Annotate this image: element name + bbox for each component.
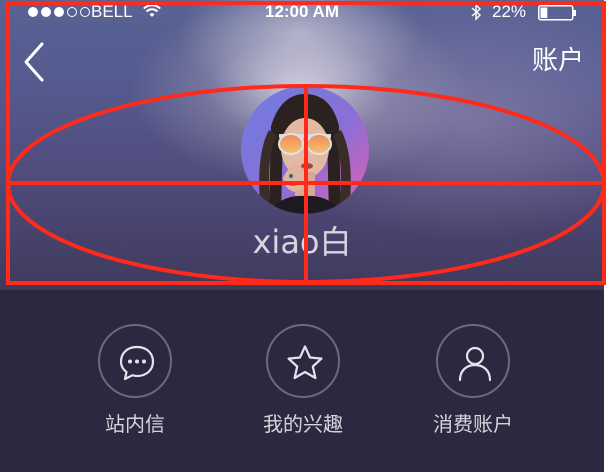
bluetooth-icon — [471, 3, 482, 21]
my-interests-button[interactable]: 我的兴趣 — [233, 324, 373, 444]
menu-item-label: 我的兴趣 — [263, 412, 343, 436]
account-link[interactable]: 账户 — [532, 44, 584, 78]
profile-menu: 站内信 我的兴趣 消费账户 — [0, 290, 604, 472]
message-bubble-icon — [119, 345, 155, 381]
status-bar: BELL 12:00 AM 22% — [0, 0, 604, 26]
star-icon — [287, 345, 323, 380]
battery-icon — [538, 5, 576, 21]
back-button[interactable] — [20, 40, 52, 84]
username: xiao白 — [252, 223, 352, 261]
messages-button[interactable]: 站内信 — [65, 324, 205, 444]
user-icon — [458, 346, 492, 382]
chevron-left-icon — [24, 42, 44, 82]
avatar-photo — [241, 86, 369, 214]
menu-item-label: 站内信 — [105, 412, 165, 436]
battery-percent: 22% — [492, 2, 527, 21]
avatar[interactable] — [241, 86, 369, 214]
profile-screen: BELL 12:00 AM 22% 账户 xiao白 站内信 我的兴趣 消费账户 — [0, 0, 604, 472]
menu-item-label: 消费账户 — [433, 412, 513, 436]
billing-account-button[interactable]: 消费账户 — [403, 324, 543, 444]
